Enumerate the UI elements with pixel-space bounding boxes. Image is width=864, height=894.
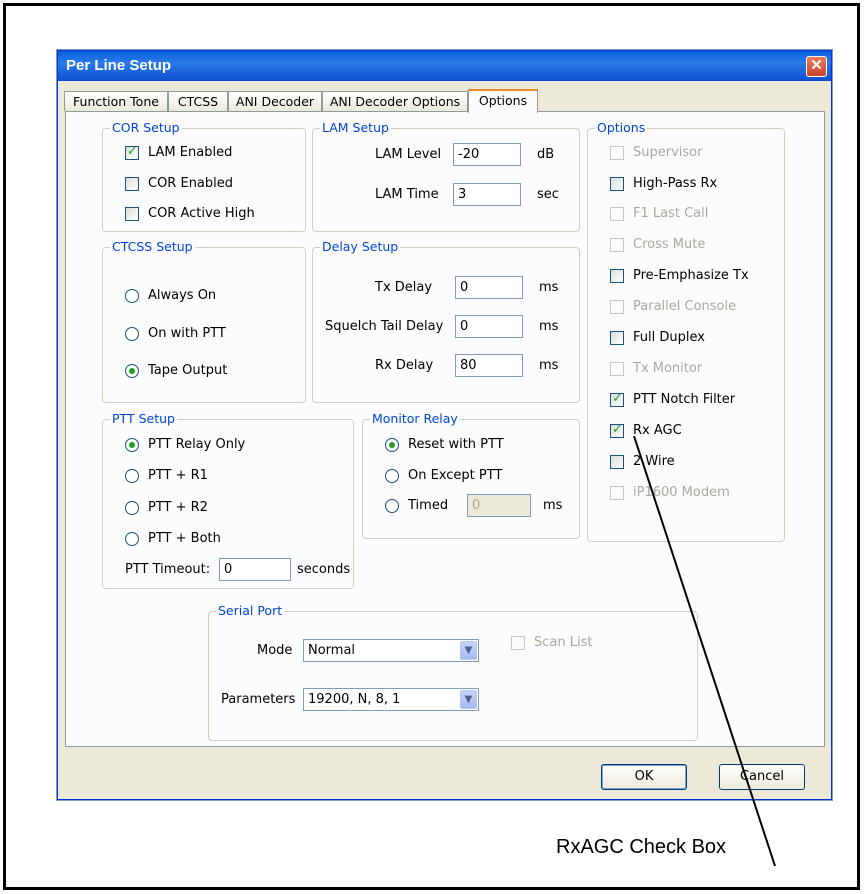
rxagc-callout-caption: RxAGC Check Box	[556, 836, 727, 858]
tab-options[interactable]: Options	[468, 89, 538, 113]
callout-pointer-line	[633, 435, 776, 867]
